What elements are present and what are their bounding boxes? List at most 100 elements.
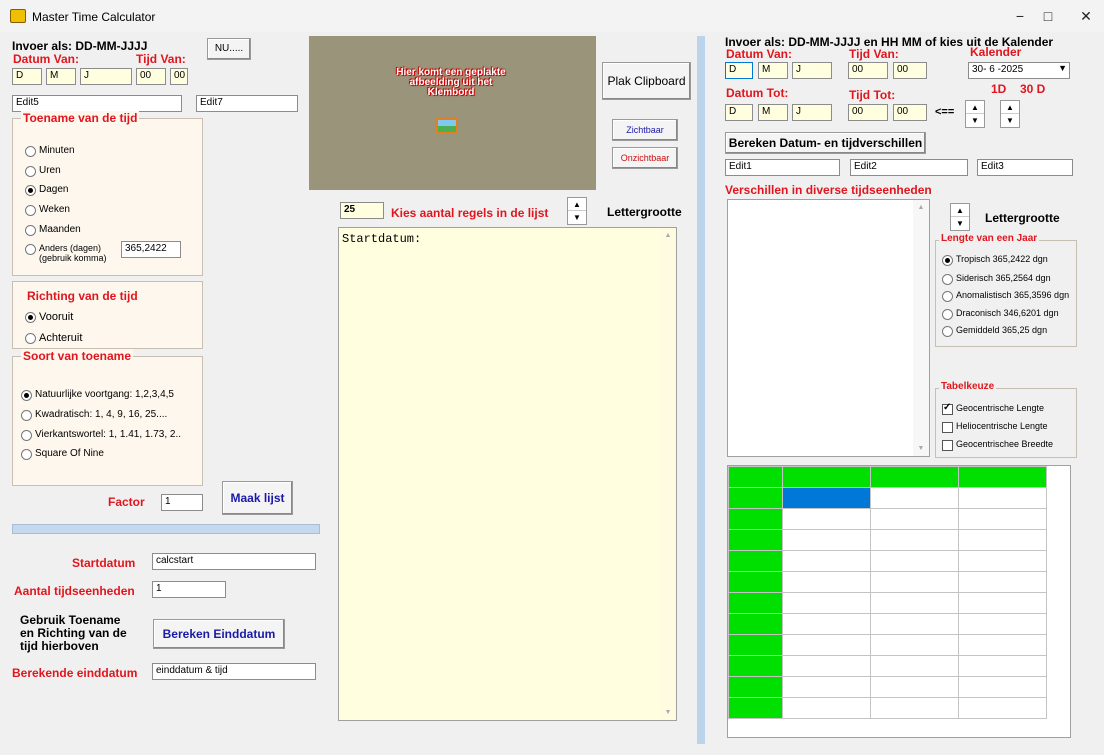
- onzichtbaar-button[interactable]: Onzichtbaar: [612, 147, 678, 169]
- grid-cell[interactable]: [782, 487, 871, 509]
- grid-row[interactable]: [728, 697, 1047, 719]
- grid-row[interactable]: [728, 550, 1047, 572]
- down-arrow-icon[interactable]: ▼: [1001, 114, 1019, 127]
- edit2-field[interactable]: Edit2: [850, 159, 968, 176]
- scroll-down-icon[interactable]: ▼: [913, 445, 929, 452]
- scroll-up-icon[interactable]: ▲: [660, 232, 676, 239]
- radio-square-of-nine[interactable]: Square Of Nine: [19, 448, 104, 460]
- right-month-field[interactable]: M: [758, 62, 788, 79]
- factor-field[interactable]: 1: [161, 494, 203, 511]
- grid-cell[interactable]: [870, 697, 959, 719]
- radio-kwadratisch[interactable]: Kwadratisch: 1, 4, 9, 16, 25....: [19, 409, 167, 421]
- grid-cell[interactable]: [870, 613, 959, 635]
- grid-cell[interactable]: [870, 508, 959, 530]
- grid-cell[interactable]: [728, 487, 783, 509]
- edit7-field[interactable]: Edit7: [196, 95, 298, 112]
- right-lettergrootte-spinner[interactable]: ▲ ▼: [950, 203, 970, 231]
- grid-row[interactable]: [728, 571, 1047, 593]
- scroll-up-icon[interactable]: ▲: [913, 204, 929, 211]
- radio-minuten[interactable]: Minuten: [23, 145, 75, 157]
- grid-cell[interactable]: [728, 508, 783, 530]
- grid-cell[interactable]: [728, 613, 783, 635]
- check-geocentrische-breedte[interactable]: Geocentrischee Breedte: [940, 439, 1053, 451]
- radio-uren[interactable]: Uren: [23, 165, 61, 177]
- edit1-field[interactable]: Edit1: [725, 159, 840, 176]
- grid-cell[interactable]: [728, 466, 783, 488]
- grid-cell[interactable]: [870, 592, 959, 614]
- radio-maanden[interactable]: Maanden: [23, 224, 81, 236]
- radio-tropisch[interactable]: Tropisch 365,2422 dgn: [940, 254, 1048, 266]
- grid-cell[interactable]: [728, 634, 783, 656]
- chevron-down-icon[interactable]: ▼: [1058, 63, 1067, 73]
- grid-row[interactable]: [728, 613, 1047, 635]
- scroll-down-icon[interactable]: ▼: [660, 709, 676, 716]
- maximize-button[interactable]: □: [1030, 4, 1066, 28]
- down-arrow-icon[interactable]: ▼: [966, 114, 984, 127]
- grid-cell[interactable]: [958, 529, 1047, 551]
- edit5-field[interactable]: Edit5: [12, 95, 182, 112]
- grid-cell[interactable]: [728, 676, 783, 698]
- grid-cell[interactable]: [782, 613, 871, 635]
- tot-day-field[interactable]: D: [725, 104, 753, 121]
- output-list[interactable]: Startdatum: ▲ ▼: [338, 227, 677, 721]
- plak-clipboard-button[interactable]: Plak Clipboard: [602, 62, 691, 100]
- grid-cell[interactable]: [728, 592, 783, 614]
- grid-cell[interactable]: [782, 592, 871, 614]
- radio-siderisch[interactable]: Siderisch 365,2564 dgn: [940, 273, 1051, 285]
- grid-cell[interactable]: [728, 655, 783, 677]
- up-arrow-icon[interactable]: ▲: [568, 198, 586, 211]
- check-geocentrische-lengte[interactable]: Geocentrische Lengte: [940, 402, 1044, 415]
- grid-cell[interactable]: [870, 487, 959, 509]
- radio-anders[interactable]: Anders (dagen) (gebruik komma): [23, 243, 107, 263]
- grid-cell[interactable]: [782, 508, 871, 530]
- grid-row[interactable]: [728, 634, 1047, 656]
- grid-cell[interactable]: [782, 634, 871, 656]
- tot-year-field[interactable]: J: [792, 104, 832, 121]
- regels-field[interactable]: 25: [340, 202, 384, 219]
- grid-cell[interactable]: [958, 550, 1047, 572]
- grid-cell[interactable]: [958, 697, 1047, 719]
- grid-cell[interactable]: [728, 697, 783, 719]
- anders-days-field[interactable]: 365,2422: [121, 241, 181, 258]
- close-button[interactable]: ✕: [1068, 4, 1104, 28]
- berekende-einddatum-field[interactable]: einddatum & tijd: [152, 663, 316, 680]
- now-button[interactable]: NU.....: [207, 38, 251, 60]
- up-arrow-icon[interactable]: ▲: [951, 204, 969, 217]
- radio-anomalistisch[interactable]: Anomalistisch 365,3596 dgn: [940, 290, 1069, 302]
- grid-cell[interactable]: [958, 487, 1047, 509]
- year-field[interactable]: J: [80, 68, 132, 85]
- right-day-field[interactable]: D: [725, 62, 753, 79]
- grid-cell[interactable]: [870, 550, 959, 572]
- aantal-field[interactable]: 1: [152, 581, 226, 598]
- differences-scrollbar[interactable]: ▲ ▼: [913, 200, 929, 456]
- month-field[interactable]: M: [46, 68, 76, 85]
- zichtbaar-button[interactable]: Zichtbaar: [612, 119, 678, 141]
- tot-minute-field[interactable]: 00: [893, 104, 927, 121]
- grid-cell[interactable]: [728, 529, 783, 551]
- tot-month-field[interactable]: M: [758, 104, 788, 121]
- grid-cell[interactable]: [728, 571, 783, 593]
- grid-cell[interactable]: [782, 466, 871, 488]
- radio-weken[interactable]: Weken: [23, 204, 70, 216]
- grid-cell[interactable]: [870, 529, 959, 551]
- list-scrollbar[interactable]: ▲ ▼: [660, 228, 676, 720]
- grid-row[interactable]: [728, 529, 1047, 551]
- grid-cell[interactable]: [782, 676, 871, 698]
- thirty-day-spinner[interactable]: ▲ ▼: [1000, 100, 1020, 128]
- regels-spinner[interactable]: ▲ ▼: [567, 197, 587, 225]
- radio-gemiddeld[interactable]: Gemiddeld 365,25 dgn: [940, 325, 1047, 337]
- grid-cell[interactable]: [782, 697, 871, 719]
- grid-cell[interactable]: [958, 613, 1047, 635]
- bereken-einddatum-button[interactable]: Bereken Einddatum: [153, 619, 285, 649]
- panel-splitter[interactable]: [697, 36, 705, 744]
- check-heliocentrische-lengte[interactable]: Heliocentrische Lengte: [940, 421, 1048, 433]
- radio-achteruit[interactable]: Achteruit: [23, 332, 82, 344]
- right-minute-field[interactable]: 00: [893, 62, 927, 79]
- grid-cell[interactable]: [782, 529, 871, 551]
- up-arrow-icon[interactable]: ▲: [1001, 101, 1019, 114]
- grid-cell[interactable]: [958, 592, 1047, 614]
- down-arrow-icon[interactable]: ▼: [951, 217, 969, 230]
- maak-lijst-button[interactable]: Maak lijst: [222, 481, 293, 515]
- day-field[interactable]: D: [12, 68, 42, 85]
- minute-field[interactable]: 00: [170, 68, 188, 85]
